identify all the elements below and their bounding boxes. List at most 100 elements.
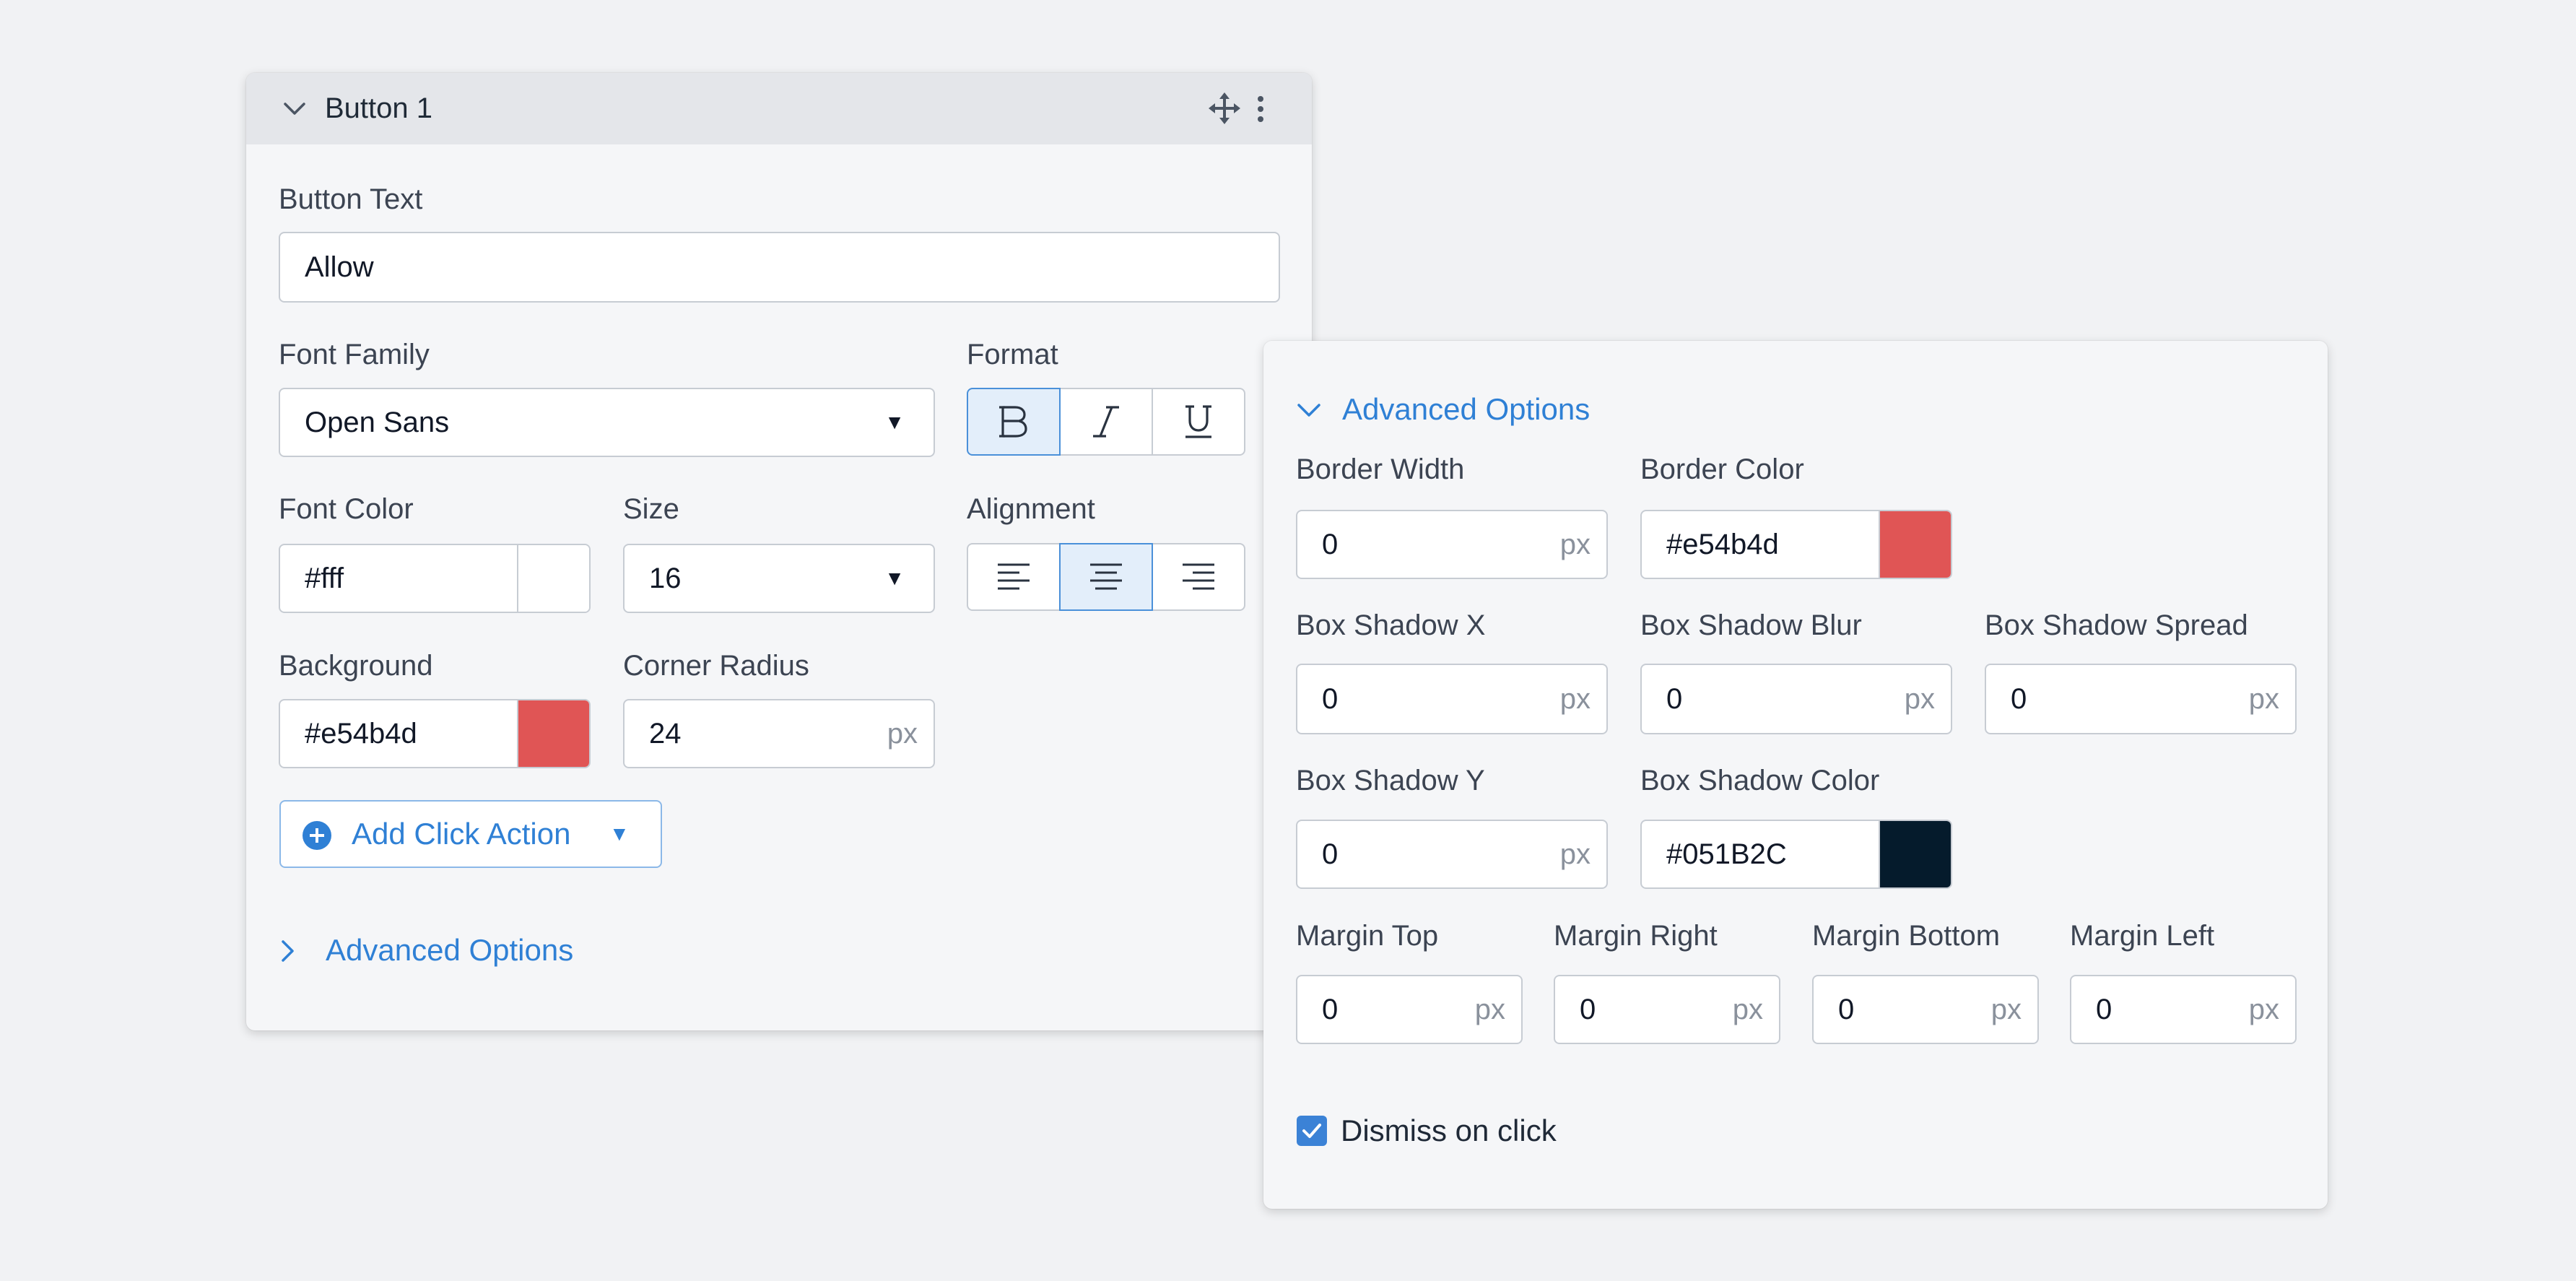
size-label: Size bbox=[623, 493, 679, 525]
margin-bottom-input[interactable]: 0 px bbox=[1812, 975, 2039, 1044]
button-text-label: Button Text bbox=[279, 183, 423, 215]
margin-bottom-label: Margin Bottom bbox=[1812, 920, 2001, 952]
border-color-input[interactable]: #e54b4d bbox=[1640, 510, 1952, 579]
align-right-icon bbox=[1183, 563, 1214, 590]
advanced-options-panel: Advanced Options Border Width 0 px Borde… bbox=[1263, 341, 2328, 1209]
alignment-label: Alignment bbox=[967, 493, 1095, 525]
corner-radius-label: Corner Radius bbox=[623, 650, 809, 682]
unit-label: px bbox=[1559, 838, 1591, 870]
box-shadow-blur-value: 0 bbox=[1666, 682, 1683, 715]
margin-top-label: Margin Top bbox=[1296, 920, 1439, 952]
border-width-label: Border Width bbox=[1296, 453, 1465, 485]
unit-label: px bbox=[1732, 993, 1763, 1025]
bold-button[interactable] bbox=[967, 388, 1061, 456]
margin-top-input[interactable]: 0 px bbox=[1296, 975, 1523, 1044]
box-shadow-blur-label: Box Shadow Blur bbox=[1640, 609, 1862, 641]
border-width-value: 0 bbox=[1322, 528, 1339, 560]
background-color-value: #e54b4d bbox=[305, 717, 417, 750]
align-center-icon bbox=[1090, 563, 1122, 590]
box-shadow-color-label: Box Shadow Color bbox=[1640, 765, 1880, 796]
background-label: Background bbox=[279, 650, 433, 682]
add-click-action-label: Add Click Action bbox=[352, 817, 571, 851]
box-shadow-color-value: #051B2C bbox=[1666, 838, 1787, 870]
advanced-options-toggle[interactable]: Advanced Options bbox=[279, 925, 573, 976]
align-left-button[interactable] bbox=[967, 543, 1061, 611]
font-color-swatch[interactable] bbox=[517, 545, 589, 612]
button-text-value: Allow bbox=[305, 251, 374, 283]
margin-right-value: 0 bbox=[1580, 993, 1596, 1025]
border-color-swatch[interactable] bbox=[1879, 511, 1951, 578]
dismiss-on-click-label: Dismiss on click bbox=[1341, 1113, 1557, 1147]
button-text-input[interactable]: Allow bbox=[279, 232, 1280, 303]
unit-label: px bbox=[1990, 993, 2022, 1025]
font-color-input[interactable]: #fff bbox=[279, 544, 591, 613]
corner-radius-value: 24 bbox=[649, 717, 682, 750]
advanced-options-label: Advanced Options bbox=[326, 933, 574, 967]
chevron-right-icon bbox=[282, 940, 294, 962]
box-shadow-spread-value: 0 bbox=[2011, 682, 2027, 715]
box-shadow-spread-input[interactable]: 0 px bbox=[1985, 664, 2297, 734]
box-shadow-blur-input[interactable]: 0 px bbox=[1640, 664, 1952, 734]
bold-icon bbox=[999, 406, 1027, 438]
font-family-value: Open Sans bbox=[305, 406, 450, 438]
margin-bottom-value: 0 bbox=[1838, 993, 1855, 1025]
margin-top-value: 0 bbox=[1322, 993, 1339, 1025]
font-color-label: Font Color bbox=[279, 493, 414, 525]
caret-down-icon: ▼ bbox=[884, 411, 905, 433]
format-label: Format bbox=[967, 339, 1058, 370]
move-icon[interactable] bbox=[1209, 92, 1240, 124]
unit-label: px bbox=[1559, 528, 1591, 560]
box-shadow-y-label: Box Shadow Y bbox=[1296, 765, 1485, 796]
caret-down-icon: ▼ bbox=[609, 822, 630, 845]
unit-label: px bbox=[887, 717, 918, 750]
unit-label: px bbox=[1904, 682, 1935, 715]
border-color-value: #e54b4d bbox=[1666, 528, 1779, 560]
font-color-value: #fff bbox=[305, 562, 344, 594]
italic-button[interactable] bbox=[1059, 388, 1153, 456]
box-shadow-y-input[interactable]: 0 px bbox=[1296, 820, 1608, 889]
italic-icon bbox=[1093, 406, 1119, 438]
unit-label: px bbox=[2248, 993, 2279, 1025]
panel-title: Button 1 bbox=[325, 92, 433, 124]
underline-button[interactable] bbox=[1152, 388, 1245, 456]
align-right-button[interactable] bbox=[1152, 543, 1245, 611]
box-shadow-y-value: 0 bbox=[1322, 838, 1339, 870]
align-center-button[interactable] bbox=[1059, 543, 1153, 611]
margin-left-value: 0 bbox=[2096, 993, 2112, 1025]
background-color-input[interactable]: #e54b4d bbox=[279, 699, 591, 768]
button-settings-panel: Button 1 Button Text Allow Font Family O… bbox=[246, 73, 1312, 1030]
box-shadow-color-swatch[interactable] bbox=[1879, 821, 1951, 887]
format-button-group bbox=[967, 388, 1245, 456]
box-shadow-color-input[interactable]: #051B2C bbox=[1640, 820, 1952, 889]
advanced-options-toggle[interactable]: Advanced Options bbox=[1296, 384, 1642, 435]
background-color-swatch[interactable] bbox=[517, 700, 589, 767]
align-left-icon bbox=[998, 563, 1030, 590]
margin-right-label: Margin Right bbox=[1554, 920, 1718, 952]
border-color-label: Border Color bbox=[1640, 453, 1804, 485]
chevron-down-icon bbox=[1297, 404, 1320, 417]
dismiss-on-click-checkbox[interactable] bbox=[1297, 1116, 1327, 1146]
alignment-button-group bbox=[967, 543, 1245, 611]
box-shadow-x-input[interactable]: 0 px bbox=[1296, 664, 1608, 734]
underline-icon bbox=[1185, 405, 1211, 438]
chevron-down-icon[interactable] bbox=[282, 97, 307, 119]
caret-down-icon: ▼ bbox=[884, 567, 905, 589]
advanced-options-label: Advanced Options bbox=[1342, 392, 1591, 426]
unit-label: px bbox=[1474, 993, 1505, 1025]
plus-circle-icon bbox=[303, 821, 331, 850]
font-family-select[interactable]: Open Sans ▼ bbox=[279, 388, 935, 457]
add-click-action-button[interactable]: Add Click Action ▼ bbox=[279, 800, 662, 868]
size-select[interactable]: 16 ▼ bbox=[623, 544, 935, 613]
box-shadow-x-label: Box Shadow X bbox=[1296, 609, 1486, 641]
panel-header: Button 1 bbox=[246, 73, 1312, 144]
margin-left-label: Margin Left bbox=[2070, 920, 2215, 952]
margin-left-input[interactable]: 0 px bbox=[2070, 975, 2297, 1044]
font-family-label: Font Family bbox=[279, 339, 430, 370]
margin-right-input[interactable]: 0 px bbox=[1554, 975, 1780, 1044]
checkmark-icon bbox=[1302, 1124, 1321, 1138]
box-shadow-x-value: 0 bbox=[1322, 682, 1339, 715]
border-width-input[interactable]: 0 px bbox=[1296, 510, 1608, 579]
more-vertical-icon[interactable] bbox=[1255, 95, 1266, 123]
corner-radius-input[interactable]: 24 px bbox=[623, 699, 935, 768]
unit-label: px bbox=[1559, 682, 1591, 715]
